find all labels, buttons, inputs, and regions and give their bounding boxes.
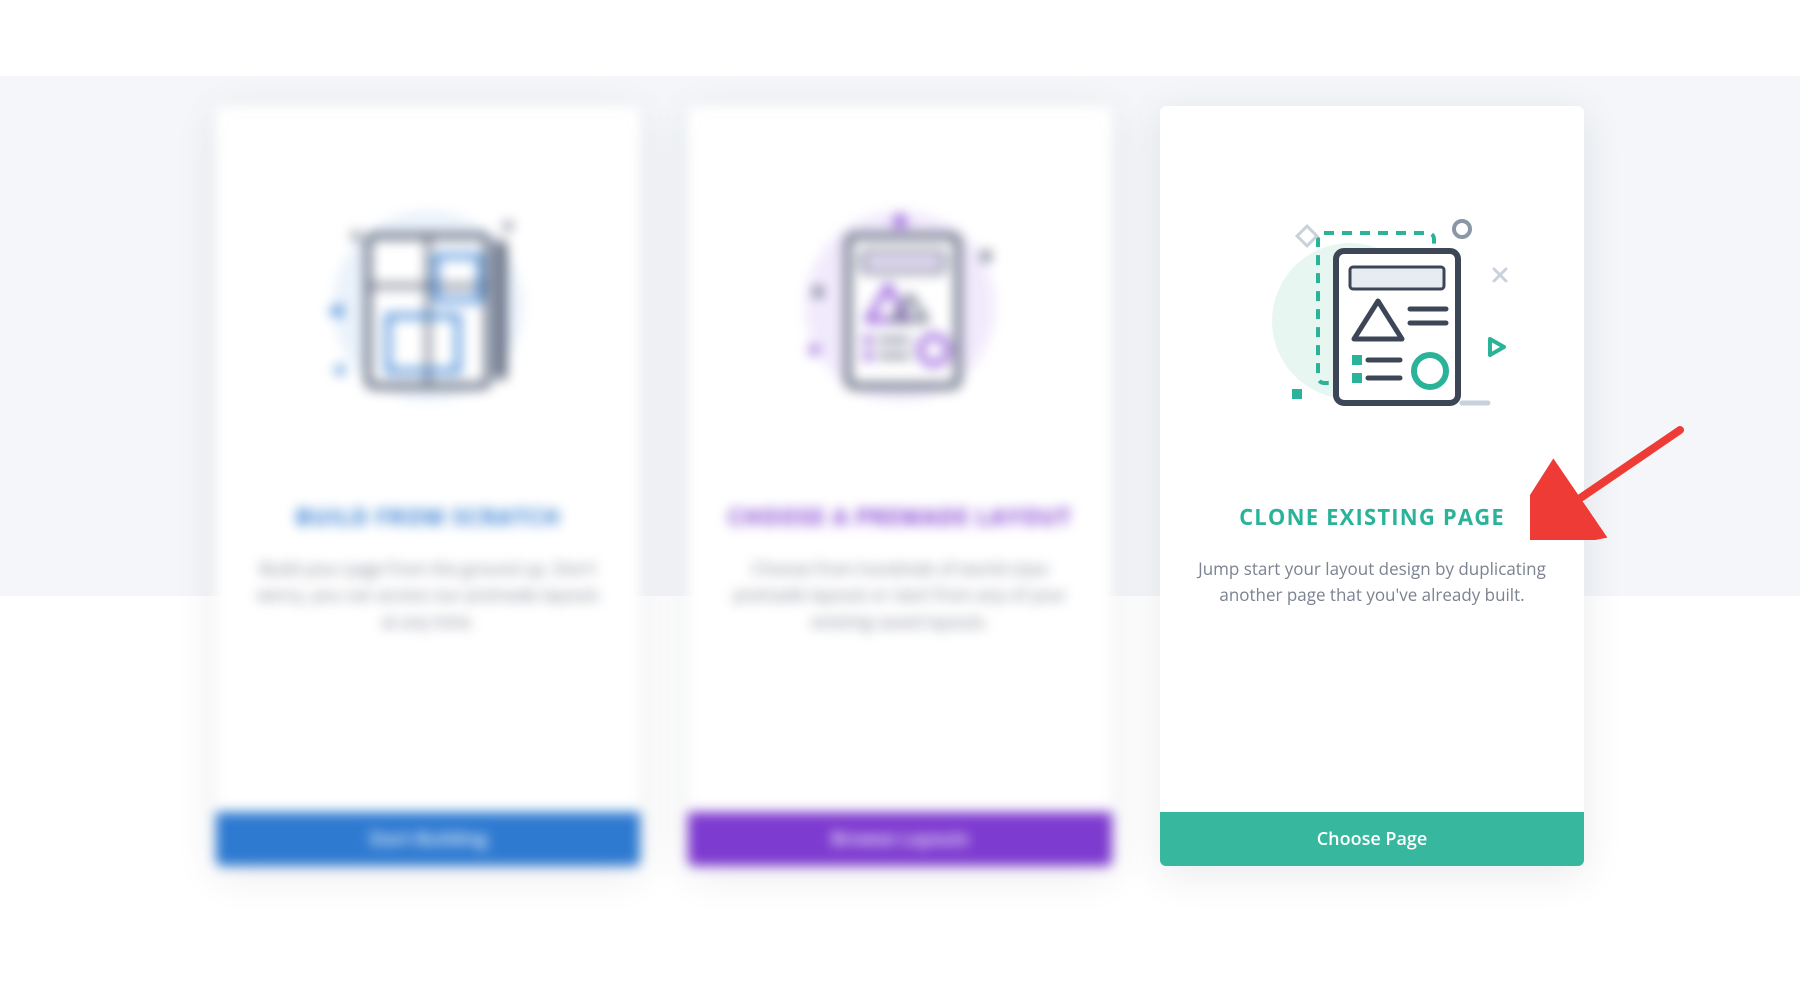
browse-layouts-button[interactable]: Browse Layouts — [688, 812, 1112, 866]
card-title: BUILD FROM SCRATCH — [296, 502, 561, 532]
cards-row: BUILD FROM SCRATCH Build your page from … — [216, 106, 1584, 866]
card-title: CHOOSE A PREMADE LAYOUT — [728, 502, 1072, 532]
build-scratch-illustration — [216, 146, 640, 466]
card-clone-existing-page[interactable]: CLONE EXISTING PAGE Jump start your layo… — [1160, 106, 1584, 866]
choose-page-button[interactable]: Choose Page — [1160, 812, 1584, 866]
card-description: Choose from hundreds of world-class prem… — [688, 556, 1112, 635]
card-description: Jump start your layout design by duplica… — [1160, 556, 1584, 609]
card-description: Build your page from the ground up. Don'… — [216, 556, 640, 635]
card-build-from-scratch[interactable]: BUILD FROM SCRATCH Build your page from … — [216, 106, 640, 866]
card-title: CLONE EXISTING PAGE — [1239, 502, 1505, 532]
start-building-button[interactable]: Start Building — [216, 812, 640, 866]
card-premade-layout[interactable]: CHOOSE A PREMADE LAYOUT Choose from hund… — [688, 106, 1112, 866]
clone-page-illustration — [1160, 146, 1584, 466]
premade-layout-illustration — [688, 146, 1112, 466]
